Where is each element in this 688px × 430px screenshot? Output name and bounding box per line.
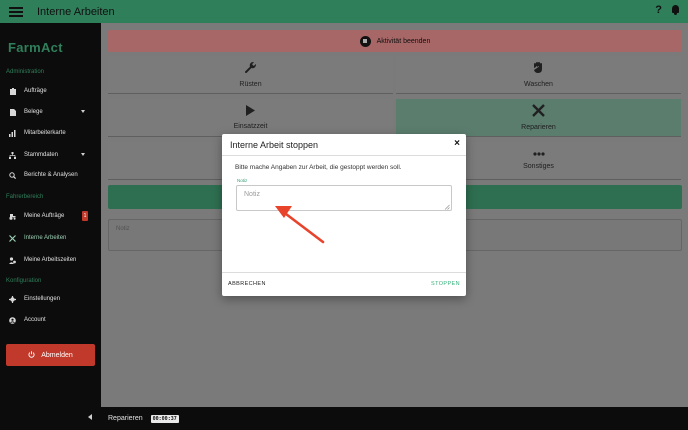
gear-icon xyxy=(9,295,16,303)
sidebar-item-label: Mitarbeiterkarte xyxy=(24,130,66,136)
chevron-down-icon xyxy=(81,110,85,113)
logout-button[interactable]: Abmelden xyxy=(6,344,95,366)
dialog-header: Interne Arbeit stoppen × xyxy=(222,134,466,156)
tools-icon xyxy=(532,104,545,119)
sidebar-item-label: Meine Aufträge xyxy=(24,213,65,219)
tile-waschen[interactable]: Waschen xyxy=(396,56,681,94)
stop-activity-button[interactable]: Aktivität beenden xyxy=(108,30,682,52)
sidebar-item-stammdaten[interactable]: Stammdaten xyxy=(0,148,101,162)
logo: FarmAct xyxy=(8,40,63,55)
wrench-icon xyxy=(244,61,257,76)
tools-icon xyxy=(9,234,16,242)
tile-label: Einsatzzeit xyxy=(233,123,268,130)
sidebar-item-label: Aufträge xyxy=(24,88,47,94)
note-field-label: Notiz xyxy=(237,178,248,183)
sitemap-icon xyxy=(9,151,16,159)
tractor-icon xyxy=(9,213,16,220)
stop-work-dialog: Interne Arbeit stoppen × Bitte mache Ang… xyxy=(222,134,466,296)
tile-einsatzzeit[interactable]: Einsatzzeit xyxy=(108,99,393,137)
close-icon[interactable]: × xyxy=(454,139,460,149)
bottom-status-bar: Reparieren 00:00:37 xyxy=(101,407,688,430)
tile-reparieren[interactable]: Reparieren xyxy=(396,99,681,137)
chart-icon xyxy=(9,129,16,137)
sidebar-item-belege[interactable]: Belege xyxy=(0,105,101,119)
sidebar-item-label: Account xyxy=(24,317,46,323)
tile-label: Rüsten xyxy=(239,81,262,88)
dialog-title: Interne Arbeit stoppen xyxy=(230,140,319,150)
sidebar-item-label: Interne Arbeiten xyxy=(24,235,67,241)
tile-label: Waschen xyxy=(524,81,553,88)
hands-wash-icon xyxy=(532,61,545,76)
stop-activity-label: Aktivität beenden xyxy=(376,37,431,45)
collapse-sidebar-icon[interactable] xyxy=(88,414,92,420)
bell-icon[interactable] xyxy=(671,5,680,15)
resize-grip-icon[interactable] xyxy=(444,204,450,210)
sidebar-item-auftraege[interactable]: Aufträge xyxy=(0,84,101,98)
stop-icon xyxy=(359,35,371,47)
sidebar-item-label: Stammdaten xyxy=(24,152,59,158)
user-circle-icon xyxy=(9,316,16,324)
clipboard-icon xyxy=(9,87,16,95)
sidebar-item-label: Belege xyxy=(24,109,43,115)
play-icon xyxy=(245,105,256,118)
current-activity: Reparieren xyxy=(108,415,143,422)
sidebar-item-label: Einstellungen xyxy=(24,296,61,302)
sidebar: FarmAct Administration Aufträge Belege M… xyxy=(0,23,101,430)
section-administration: Administration xyxy=(6,69,45,75)
dialog-description: Bitte mache Angaben zur Arbeit, die gest… xyxy=(235,164,402,171)
dialog-footer: ABBRECHEN STOPPEN xyxy=(222,272,466,296)
document-icon xyxy=(9,108,16,116)
activity-timer: 00:00:37 xyxy=(150,414,179,423)
sidebar-item-label: Meine Arbeitszeiten xyxy=(24,257,77,263)
tile-label: Sonstiges xyxy=(523,163,554,170)
sidebar-item-meine-auftraege[interactable]: Meine Aufträge 1 xyxy=(0,209,101,223)
cancel-button[interactable]: ABBRECHEN xyxy=(228,281,266,287)
section-konfiguration: Konfiguration xyxy=(6,278,42,284)
top-bar: Interne Arbeiten ? xyxy=(0,0,688,23)
sidebar-item-arbeitszeiten[interactable]: Meine Arbeitszeiten xyxy=(0,253,101,267)
note-input[interactable] xyxy=(236,185,452,211)
section-fahrerbereich: Fahrerbereich xyxy=(6,194,44,200)
user-clock-icon xyxy=(9,256,16,264)
help-icon[interactable]: ? xyxy=(655,4,662,16)
sidebar-item-account[interactable]: Account xyxy=(0,313,101,327)
more-icon xyxy=(532,151,545,158)
sidebar-item-berichte[interactable]: Berichte & Analysen xyxy=(0,168,101,182)
chevron-down-icon xyxy=(81,153,85,156)
sidebar-item-label: Berichte & Analysen xyxy=(24,172,78,178)
page-title: Interne Arbeiten xyxy=(37,5,115,18)
search-icon xyxy=(9,171,16,179)
menu-icon[interactable] xyxy=(9,6,23,17)
notification-badge: 1 xyxy=(82,211,88,221)
stop-button[interactable]: STOPPEN xyxy=(431,281,460,287)
tile-ruesten[interactable]: Rüsten xyxy=(108,56,393,94)
tile-label: Reparieren xyxy=(521,124,556,131)
sidebar-item-mitarbeiterkarte[interactable]: Mitarbeiterkarte xyxy=(0,126,101,140)
sidebar-item-einstellungen[interactable]: Einstellungen xyxy=(0,292,101,306)
power-icon xyxy=(28,350,35,360)
top-bar-actions: ? xyxy=(655,4,680,16)
sidebar-item-interne-arbeiten[interactable]: Interne Arbeiten xyxy=(0,231,101,245)
logout-label: Abmelden xyxy=(41,351,73,359)
